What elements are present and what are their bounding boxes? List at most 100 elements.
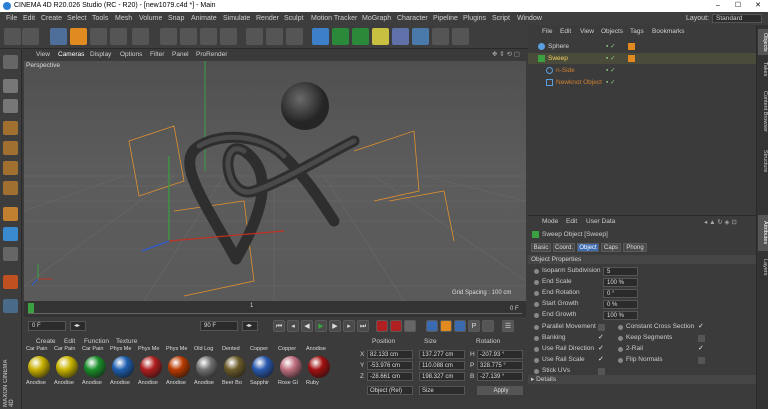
object-row-sweep[interactable]: Sweep ▪ ✓ xyxy=(528,53,756,64)
material-swatch[interactable]: Dented Beer Bo xyxy=(222,346,248,409)
animate-dot[interactable] xyxy=(534,313,539,318)
size-mode-dropdown[interactable]: Size xyxy=(419,386,465,395)
camera-icon[interactable] xyxy=(432,28,449,45)
menu-tools[interactable]: Tools xyxy=(92,12,108,25)
3d-viewport[interactable]: Perspective Grid Spacing : 100 cm xyxy=(24,61,526,301)
keyframe-selection-icon[interactable] xyxy=(404,320,416,332)
lock-workplane-icon[interactable] xyxy=(3,299,18,313)
end-frame-stepper[interactable]: ◂▸ xyxy=(242,321,258,331)
texture-mode-icon[interactable] xyxy=(3,99,18,113)
material-tag-icon[interactable] xyxy=(628,43,635,50)
magnet-icon[interactable] xyxy=(3,275,18,289)
playhead[interactable] xyxy=(28,303,34,313)
animate-dot[interactable] xyxy=(618,325,623,330)
menu-character[interactable]: Character xyxy=(397,12,428,25)
menu-render[interactable]: Render xyxy=(256,12,279,25)
size-x-field[interactable]: 137.277 cm xyxy=(419,350,465,359)
material-menu-create[interactable]: Create xyxy=(36,338,56,345)
size-z-field[interactable]: 198.327 cm xyxy=(419,372,465,381)
cloner-icon[interactable] xyxy=(372,28,389,45)
rotation-key-icon[interactable] xyxy=(454,320,466,332)
x-axis-lock-icon[interactable] xyxy=(160,28,177,45)
animate-dot[interactable] xyxy=(534,325,539,330)
animate-dot[interactable] xyxy=(534,280,539,285)
auto-keying-icon[interactable] xyxy=(390,320,402,332)
z-axis-lock-icon[interactable] xyxy=(200,28,217,45)
objects-menu-edit[interactable]: Edit xyxy=(560,28,571,35)
menu-create[interactable]: Create xyxy=(41,12,62,25)
edges-mode-icon[interactable] xyxy=(3,161,18,175)
animate-dot[interactable] xyxy=(534,336,539,341)
make-editable-icon[interactable] xyxy=(3,55,18,69)
animate-dot[interactable] xyxy=(534,369,539,374)
end-frame-field[interactable]: 90 F xyxy=(200,321,238,331)
viewport-menu-view[interactable]: View xyxy=(36,49,50,60)
menu-file[interactable]: File xyxy=(6,12,17,25)
maximize-button[interactable]: ☐ xyxy=(728,0,748,12)
material-swatch[interactable]: Copper Sapphir xyxy=(250,346,276,409)
tab-caps[interactable]: Caps xyxy=(601,243,621,252)
keep-segments-checkbox[interactable] xyxy=(698,335,705,342)
menu-window[interactable]: Window xyxy=(517,12,542,25)
y-axis-lock-icon[interactable] xyxy=(180,28,197,45)
objects-menu-bookmarks[interactable]: Bookmarks xyxy=(652,28,685,35)
tab-coord[interactable]: Coord. xyxy=(553,243,575,252)
rotation-p-field[interactable]: 328.775 ° xyxy=(477,361,523,370)
axis-mode-icon[interactable] xyxy=(3,207,18,221)
sphere-object[interactable] xyxy=(281,82,329,130)
position-z-field[interactable]: -28.661 cm xyxy=(367,372,413,381)
menu-mesh[interactable]: Mesh xyxy=(115,12,132,25)
model-mode-icon[interactable] xyxy=(3,79,18,93)
recent-tools-icon[interactable] xyxy=(132,28,149,45)
material-swatch[interactable]: Phys Me Anodise xyxy=(166,346,192,409)
timeline-menu-icon[interactable]: ☰ xyxy=(502,320,514,332)
go-to-end-button[interactable]: ⏭ xyxy=(357,320,369,332)
tab-object[interactable]: Object xyxy=(577,243,599,252)
tweak-mode-icon[interactable] xyxy=(3,227,18,241)
render-picture-viewer-icon[interactable] xyxy=(266,28,283,45)
workplane-icon[interactable] xyxy=(3,121,18,135)
material-swatch[interactable]: Car Pain Anodise xyxy=(26,346,52,409)
constant-cross-section-checkbox[interactable]: ✓ xyxy=(698,323,705,330)
viewport-menu-filter[interactable]: Filter xyxy=(150,49,164,60)
viewport-menu-options[interactable]: Options xyxy=(120,49,142,60)
rotation-h-field[interactable]: -207.93 ° xyxy=(477,350,523,359)
material-tag-icon[interactable] xyxy=(628,55,635,62)
subdivision-icon[interactable] xyxy=(352,28,369,45)
parameter-key-icon[interactable]: P xyxy=(468,320,480,332)
points-mode-icon[interactable] xyxy=(3,141,18,155)
parallel-movement-checkbox[interactable] xyxy=(598,324,605,331)
position-key-icon[interactable] xyxy=(426,320,438,332)
menu-sculpt[interactable]: Sculpt xyxy=(284,12,303,25)
minimize-button[interactable]: – xyxy=(708,0,728,12)
sidetab-attributes[interactable]: Attributes xyxy=(758,215,768,251)
polygons-mode-icon[interactable] xyxy=(3,181,18,195)
animate-dot[interactable] xyxy=(534,302,539,307)
visibility-toggle-icon[interactable]: ▪ ✓ xyxy=(606,65,616,76)
scale-key-icon[interactable] xyxy=(440,320,452,332)
coordinate-mode-dropdown[interactable]: Object (Rel) xyxy=(367,386,413,395)
position-y-field[interactable]: -53.976 cm xyxy=(367,361,413,370)
sidetab-content-browser[interactable]: Content Browser xyxy=(758,83,768,139)
attribute-nav-icons[interactable]: ◂ ▲ ↻ ◈ ⊡ xyxy=(704,218,737,226)
undo-icon[interactable] xyxy=(4,28,21,45)
timeline-ruler[interactable]: 1 0 F xyxy=(24,301,526,317)
redo-icon[interactable] xyxy=(22,28,39,45)
banking-checkbox[interactable]: ✓ xyxy=(598,334,605,341)
material-swatch[interactable]: Phys Me Anodise xyxy=(110,346,136,409)
end-scale-field[interactable]: 100 % xyxy=(603,278,638,287)
live-selection-icon[interactable] xyxy=(50,28,67,45)
sidetab-objects[interactable]: Objects xyxy=(758,29,768,55)
scale-icon[interactable] xyxy=(90,28,107,45)
visibility-toggle-icon[interactable]: ▪ ✓ xyxy=(606,41,616,52)
sidetab-layers[interactable]: Layers xyxy=(758,255,768,279)
flip-normals-checkbox[interactable] xyxy=(698,357,705,364)
previous-frame-button[interactable]: ◀ xyxy=(301,320,313,332)
use-rail-scale-checkbox[interactable]: ✓ xyxy=(598,356,605,363)
animate-dot[interactable] xyxy=(534,358,539,363)
play-button[interactable]: ▶ xyxy=(315,320,327,332)
material-menu-edit[interactable]: Edit xyxy=(64,338,75,345)
viewport-nav-icons[interactable]: ✥ ⇕ ⟲ ▢ xyxy=(492,49,520,60)
animate-dot[interactable] xyxy=(618,336,623,341)
current-frame-field[interactable]: 0 F xyxy=(28,321,66,331)
